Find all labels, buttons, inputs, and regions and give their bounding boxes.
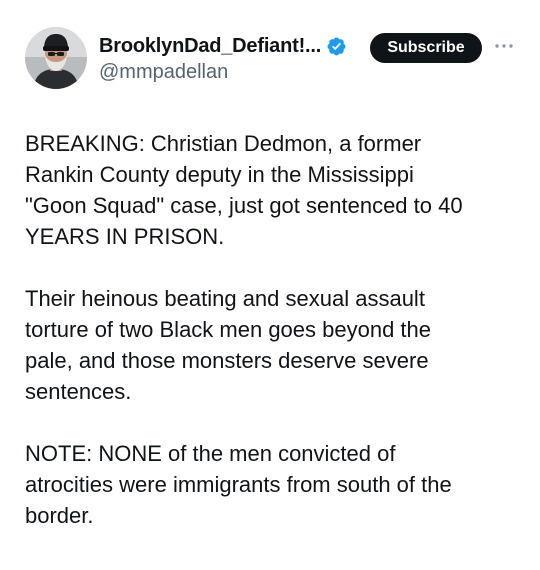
author-handle[interactable]: @mmpadellan	[99, 61, 347, 84]
author-info: BrooklynDad_Defiant!... @mmpadellan	[99, 32, 347, 84]
post-text: BREAKING: Christian Dedmon, a former Ran…	[25, 128, 520, 531]
author-display-name[interactable]: BrooklynDad_Defiant!...	[99, 35, 321, 58]
post-paragraph: BREAKING: Christian Dedmon, a former Ran…	[25, 131, 463, 249]
author-name-row: BrooklynDad_Defiant!...	[99, 32, 347, 60]
post-card: BrooklynDad_Defiant!... @mmpadellan Subs…	[0, 0, 540, 570]
avatar-image	[25, 27, 87, 89]
avatar[interactable]	[25, 27, 87, 89]
verified-badge-icon[interactable]	[326, 36, 347, 57]
post-paragraph: Their heinous beating and sexual assault…	[25, 286, 432, 404]
subscribe-button[interactable]: Subscribe	[370, 33, 482, 63]
post-header: BrooklynDad_Defiant!... @mmpadellan Subs…	[25, 27, 520, 93]
more-horizontal-icon[interactable]	[493, 35, 515, 57]
post-paragraph: NOTE: NONE of the men convicted of atroc…	[25, 441, 452, 528]
